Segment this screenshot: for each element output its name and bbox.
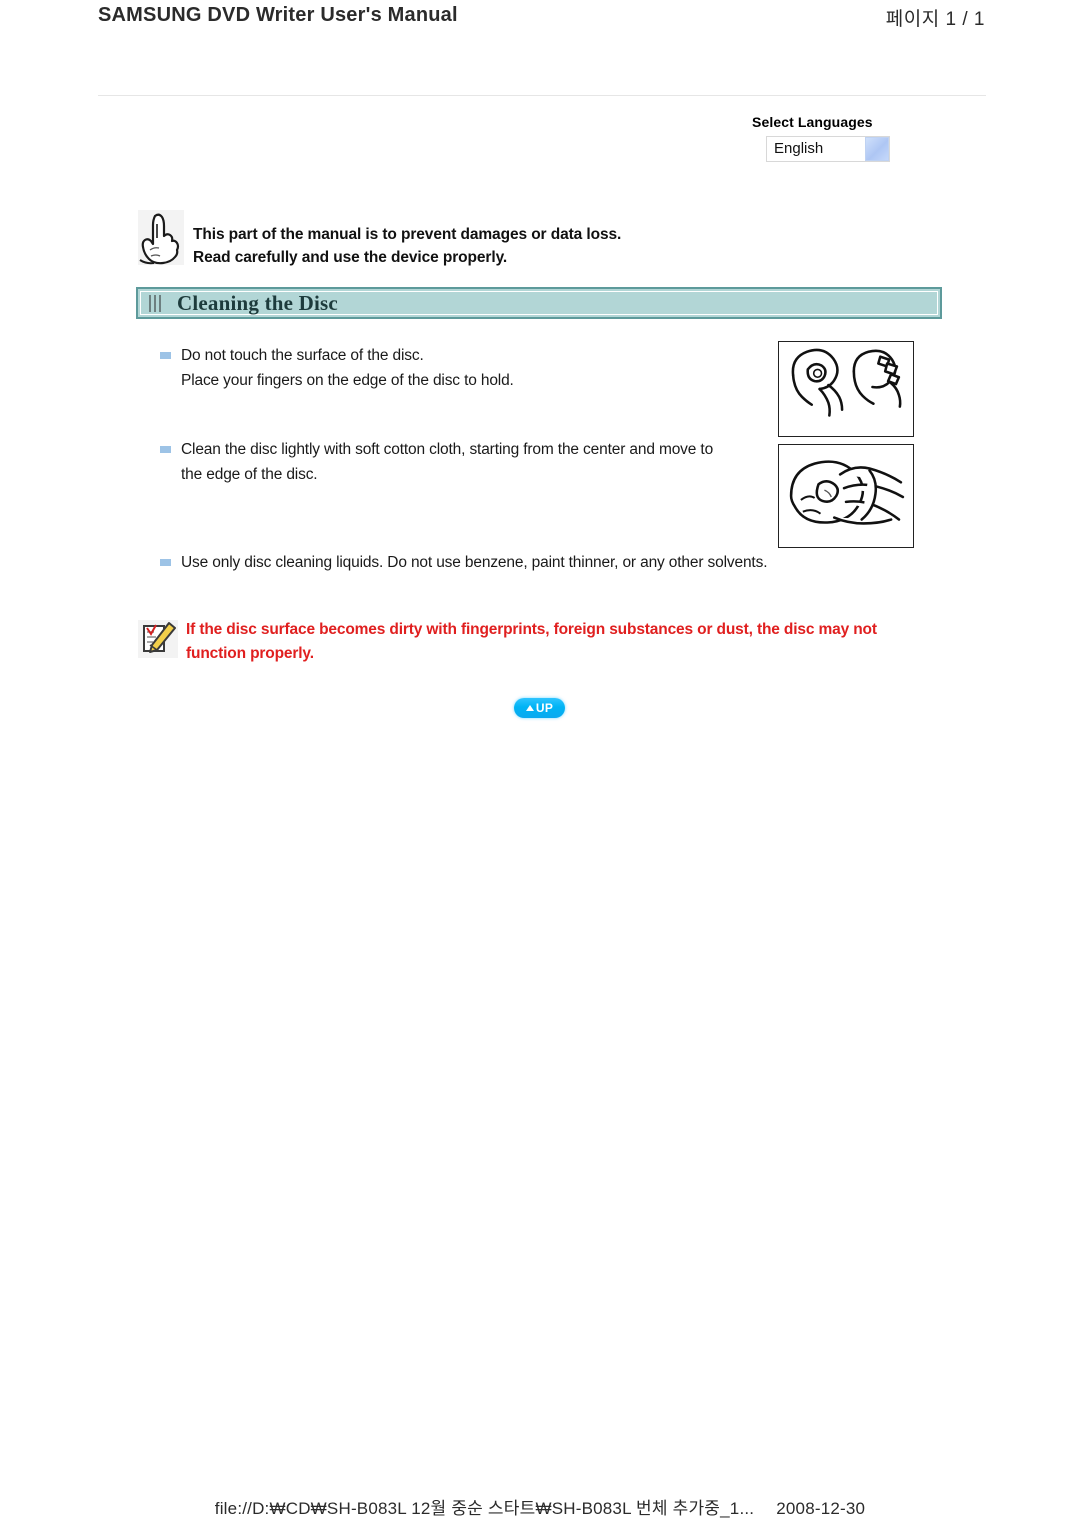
manual-notice: This part of the manual is to prevent da… [138, 210, 958, 269]
list-item: Use only disc cleaning liquids. Do not u… [160, 550, 860, 575]
list-item-line2: the edge of the disc. [181, 466, 318, 483]
hand-cleaning-disc-illustration [778, 444, 914, 548]
page-header: SAMSUNG DVD Writer User's Manual 페이지 1 /… [0, 0, 1080, 40]
caution-line2: function properly. [186, 645, 314, 662]
caution-notice: If the disc surface becomes dirty with f… [138, 618, 968, 666]
scroll-to-top-button[interactable]: UP [514, 698, 565, 718]
section-title: Cleaning the Disc [177, 290, 338, 315]
page-footer: file://D:₩CD₩SH-B083L 12월 중순 스타트₩SH-B083… [0, 1494, 1080, 1519]
bullet-marker-icon [160, 352, 171, 359]
note-pencil-icon [138, 620, 178, 658]
footer-date: 2008-12-30 [776, 1499, 866, 1518]
list-item-text: Do not touch the surface of the disc. Pl… [181, 343, 514, 393]
bullet-marker-icon [160, 446, 171, 453]
list-item-line1: Do not touch the surface of the disc. [181, 347, 424, 364]
list-item-text: Use only disc cleaning liquids. Do not u… [181, 550, 768, 575]
section-header-cleaning-the-disc: Cleaning the Disc [136, 287, 942, 319]
up-button-label: UP [535, 701, 554, 715]
footer-file-path: file://D:₩CD₩SH-B083L 12월 중순 스타트₩SH-B083… [214, 1499, 755, 1518]
pointing-hand-icon [138, 210, 184, 265]
list-item-line1: Clean the disc lightly with soft cotton … [181, 441, 714, 458]
caution-notice-text: If the disc surface becomes dirty with f… [186, 618, 877, 666]
vertical-bars-icon [149, 294, 161, 312]
list-item: Do not touch the surface of the disc. Pl… [160, 343, 760, 393]
up-triangle-icon [525, 705, 534, 711]
language-dropdown[interactable]: English [766, 136, 890, 162]
page-title: SAMSUNG DVD Writer User's Manual [98, 4, 458, 26]
manual-notice-line2: Read carefully and use the device proper… [193, 249, 508, 266]
header-divider [98, 95, 986, 96]
page-number-label: 페이지 1 / 1 [885, 9, 985, 30]
language-selected-value: English [774, 140, 824, 157]
list-item-line1: Use only disc cleaning liquids. Do not u… [181, 554, 768, 571]
select-languages-label: Select Languages [752, 114, 873, 130]
list-item-text: Clean the disc lightly with soft cotton … [181, 437, 713, 487]
bullet-marker-icon [160, 559, 171, 566]
hands-holding-disc-illustration [778, 341, 914, 437]
dropdown-arrow-icon[interactable] [865, 137, 889, 161]
manual-notice-text: This part of the manual is to prevent da… [193, 223, 621, 269]
language-selector: Select Languages English [748, 114, 948, 162]
manual-notice-line1: This part of the manual is to prevent da… [193, 226, 622, 243]
list-item: Clean the disc lightly with soft cotton … [160, 437, 775, 487]
caution-line1: If the disc surface becomes dirty with f… [186, 621, 877, 638]
list-item-line2: Place your fingers on the edge of the di… [181, 372, 514, 389]
